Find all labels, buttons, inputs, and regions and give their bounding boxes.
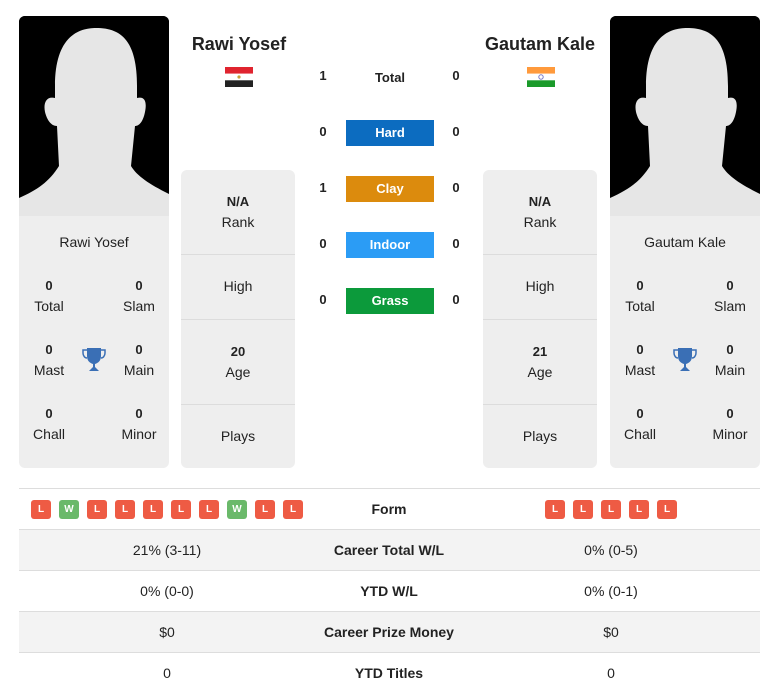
player1-form-badge-loss[interactable]: L <box>283 499 303 519</box>
player2-form-badge-loss[interactable]: L <box>545 499 565 519</box>
player2-form-badge-loss[interactable]: L <box>601 499 621 519</box>
player1-card-name: Rawi Yosef <box>59 234 129 250</box>
player2-titles-main: 0 Main <box>714 342 746 378</box>
player1-high: High <box>181 255 295 320</box>
india-flag-icon <box>527 67 555 87</box>
surface-grass-badge: Grass <box>346 288 434 314</box>
player1-career-wl: 21% (3-11) <box>132 542 202 558</box>
player1-form-badge-win[interactable]: W <box>59 499 79 519</box>
player1-form-badge-loss[interactable]: L <box>31 499 51 519</box>
player1-form-badge-loss[interactable]: L <box>143 499 163 519</box>
player1-titles-slam: 0 Slam <box>123 278 155 314</box>
egypt-flag-icon <box>225 67 253 87</box>
player2-form-badge-loss[interactable]: L <box>657 499 677 519</box>
trophy-icon <box>673 348 697 371</box>
player2-titles-total: 0 Total <box>625 278 655 314</box>
player1-prize-money: $0 <box>159 624 175 640</box>
player1-rank: N/A Rank <box>181 170 295 255</box>
player2-rank: N/A Rank <box>483 170 597 255</box>
player1-form-badge-win[interactable]: W <box>227 499 247 519</box>
player1-form: LWLLLLLWLL <box>19 489 315 529</box>
prize-money-label: Career Prize Money <box>324 624 454 640</box>
h2h-clay-p2: 0 <box>452 180 460 195</box>
h2h-grass-p1: 0 <box>319 292 327 307</box>
player2-plays: Plays <box>522 428 558 444</box>
player2-titles-minor: 0 Minor <box>712 406 748 442</box>
surface-clay-badge: Clay <box>346 176 434 202</box>
player1-name-link[interactable]: Rawi Yosef <box>159 34 319 55</box>
h2h-total-label: Total <box>374 70 406 85</box>
form-label: Form <box>371 501 407 517</box>
table-row: 0% (0-0) YTD W/L 0% (0-1) <box>19 570 760 611</box>
player2-titles-slam: 0 Slam <box>714 278 746 314</box>
stats-table: LWLLLLLWLL Form LLLLL 21% (3-11) Career … <box>19 488 760 693</box>
player2-high: High <box>483 255 597 320</box>
surface-indoor-badge: Indoor <box>346 232 434 258</box>
player1-age: 20 Age <box>181 320 295 405</box>
player2-ytd-titles: 0 <box>607 665 615 681</box>
h2h-indoor-p1: 0 <box>319 236 327 251</box>
player1-titles-total: 0 Total <box>34 278 64 314</box>
table-row: $0 Career Prize Money $0 <box>19 611 760 652</box>
player1-titles-chall: 0 Chall <box>33 406 65 442</box>
h2h-hard-p1: 0 <box>319 124 327 139</box>
table-row: 21% (3-11) Career Total W/L 0% (0-5) <box>19 529 760 570</box>
ytd-titles-label: YTD Titles <box>354 665 424 681</box>
player2-titles-chall: 0 Chall <box>624 406 656 442</box>
player1-ytd-wl: 0% (0-0) <box>140 583 194 599</box>
player2-info-card: N/A Rank High 21 Age Plays <box>483 170 597 468</box>
player1-form-badge-loss[interactable]: L <box>171 499 191 519</box>
player2-ytd-wl: 0% (0-1) <box>584 583 638 599</box>
player2-card-name: Gautam Kale <box>644 234 726 250</box>
career-wl-label: Career Total W/L <box>333 542 445 558</box>
table-row: 0 YTD Titles 0 <box>19 652 760 693</box>
form-row: LWLLLLLWLL Form LLLLL <box>19 488 760 529</box>
player2-form: LLLLL <box>463 489 759 529</box>
player1-photo <box>19 16 169 216</box>
player1-form-badges: LWLLLLLWLL <box>19 489 315 529</box>
h2h-clay-p1: 1 <box>319 180 327 195</box>
trophy-icon <box>82 348 106 371</box>
player2-form-badge-loss[interactable]: L <box>629 499 649 519</box>
player1-titles-mast: 0 Mast <box>33 342 65 378</box>
player1-ytd-titles: 0 <box>163 665 171 681</box>
h2h-total-p2: 0 <box>452 68 460 83</box>
player1-form-badge-loss[interactable]: L <box>199 499 219 519</box>
h2h-indoor-p2: 0 <box>452 236 460 251</box>
player2-titles-mast: 0 Mast <box>624 342 656 378</box>
h2h-total-p1: 1 <box>319 68 327 83</box>
ytd-wl-label: YTD W/L <box>360 583 418 599</box>
player1-form-badge-loss[interactable]: L <box>255 499 275 519</box>
player2-card: Gautam Kale 0 Total 0 Slam 0 Mast 0 Main… <box>610 216 760 468</box>
player1-titles-main: 0 Main <box>123 342 155 378</box>
avatar-silhouette-icon <box>610 16 760 216</box>
surface-hard-badge: Hard <box>346 120 434 146</box>
player1-form-badge-loss[interactable]: L <box>115 499 135 519</box>
h2h-hard-p2: 0 <box>452 124 460 139</box>
h2h-grass-p2: 0 <box>452 292 460 307</box>
player2-career-wl: 0% (0-5) <box>584 542 638 558</box>
avatar-silhouette-icon <box>19 16 169 216</box>
player2-photo <box>610 16 760 216</box>
player2-form-badges: LLLLL <box>463 489 759 529</box>
player1-form-badge-loss[interactable]: L <box>87 499 107 519</box>
player2-age: 21 Age <box>483 320 597 405</box>
player2-form-badge-loss[interactable]: L <box>573 499 593 519</box>
player2-name-link[interactable]: Gautam Kale <box>460 34 620 55</box>
player1-info-card: N/A Rank High 20 Age Plays <box>181 170 295 468</box>
player1-plays: Plays <box>220 428 256 444</box>
player2-prize-money: $0 <box>603 624 619 640</box>
player1-card: Rawi Yosef 0 Total 0 Slam 0 Mast 0 Main … <box>19 216 169 468</box>
player1-titles-minor: 0 Minor <box>121 406 157 442</box>
